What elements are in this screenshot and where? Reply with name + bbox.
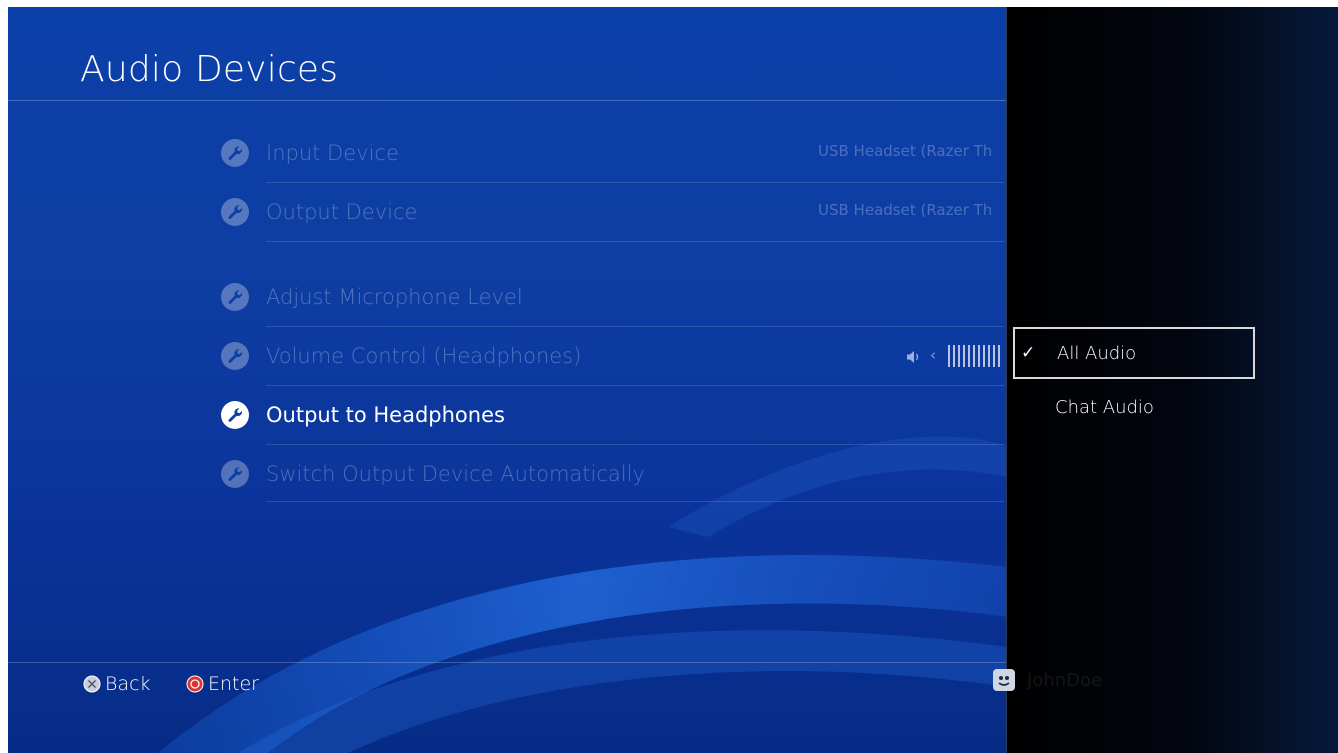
wrench-icon: [221, 283, 249, 311]
speaker-icon: [907, 351, 919, 363]
screen: Audio Devices Input Device USB Headset (…: [8, 7, 1338, 753]
enter-hint[interactable]: Enter: [186, 671, 259, 697]
setting-output-to-headphones[interactable]: Output to Headphones: [221, 386, 1004, 444]
wrench-icon: [221, 342, 249, 370]
row-divider: [266, 501, 1004, 502]
avatar-icon: [993, 669, 1015, 691]
output-options-panel: ✓ All Audio Chat Audio: [1006, 7, 1338, 753]
wrench-icon: [221, 139, 249, 167]
circle-button-icon: [186, 675, 204, 693]
title-divider: [8, 100, 1006, 101]
footer-divider: [8, 662, 1006, 663]
setting-volume-control-headphones[interactable]: Volume Control (Headphones) ‹: [221, 327, 1006, 385]
option-label: All Audio: [1057, 342, 1137, 364]
option-all-audio[interactable]: ✓ All Audio: [1013, 327, 1255, 379]
setting-label: Volume Control (Headphones): [266, 344, 582, 368]
setting-label: Output to Headphones: [266, 403, 505, 427]
enter-label: Enter: [208, 673, 259, 695]
wrench-icon: [221, 401, 249, 429]
wrench-icon: [221, 198, 249, 226]
option-chat-audio[interactable]: Chat Audio: [1013, 381, 1255, 433]
page-title: Audio Devices: [80, 49, 339, 90]
setting-value: USB Headset (Razer Th: [818, 142, 993, 160]
setting-label: Input Device: [266, 141, 399, 165]
username: JohnDoe: [1027, 669, 1103, 691]
volume-level-bars: [948, 345, 1002, 367]
volume-slider[interactable]: ‹: [906, 345, 1006, 369]
setting-switch-output-device-automatically[interactable]: Switch Output Device Automatically: [221, 445, 1004, 503]
back-hint[interactable]: Back: [83, 671, 151, 697]
back-label: Back: [105, 673, 151, 695]
checkmark-icon: ✓: [1021, 343, 1036, 363]
setting-output-device[interactable]: Output Device USB Headset (Razer Th: [221, 183, 1004, 241]
wrench-icon: [221, 460, 249, 488]
setting-label: Switch Output Device Automatically: [266, 462, 645, 486]
cross-button-icon: [83, 675, 101, 693]
setting-value: USB Headset (Razer Th: [818, 201, 993, 219]
chevron-left-icon: ‹: [930, 346, 936, 364]
option-label: Chat Audio: [1055, 396, 1154, 418]
row-divider: [266, 241, 1004, 242]
setting-label: Adjust Microphone Level: [266, 285, 523, 309]
user-icon: [998, 676, 1010, 686]
setting-adjust-microphone-level[interactable]: Adjust Microphone Level: [221, 268, 1004, 326]
setting-label: Output Device: [266, 200, 418, 224]
setting-input-device[interactable]: Input Device USB Headset (Razer Th: [221, 124, 1004, 182]
user-profile: JohnDoe: [993, 669, 1102, 691]
